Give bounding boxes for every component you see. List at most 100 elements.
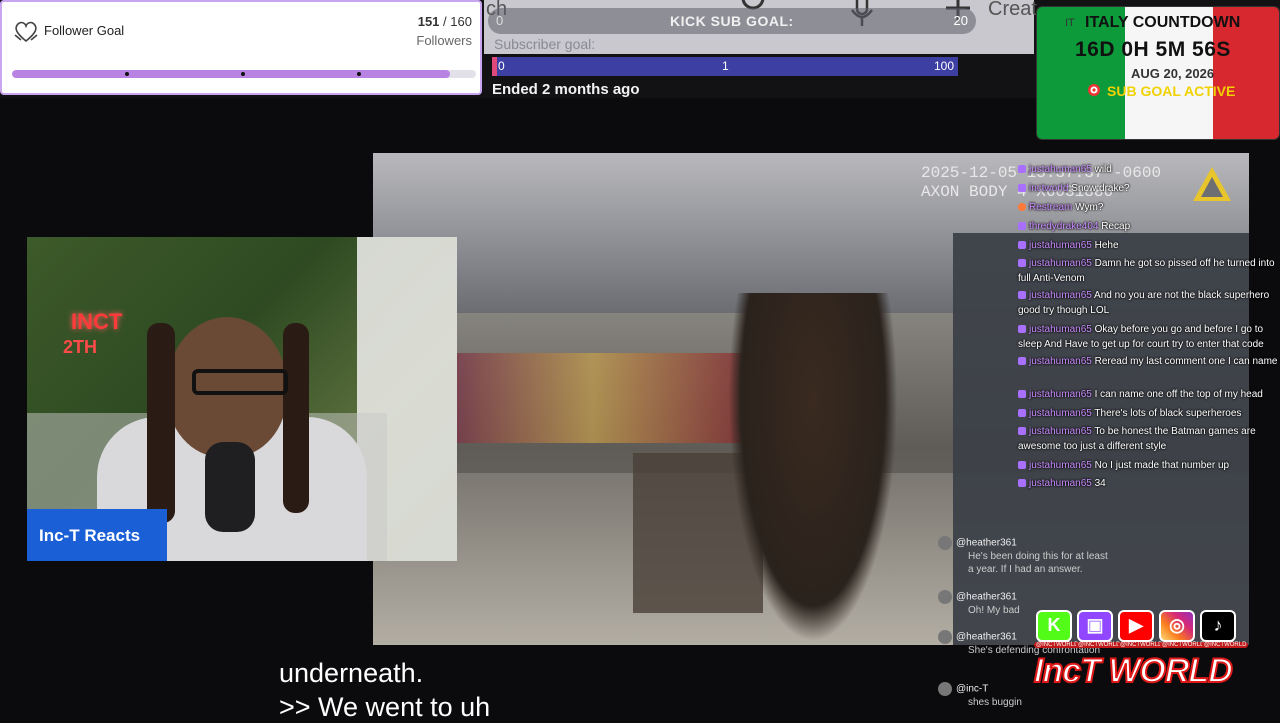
neon-sign-line1: INCT — [71, 309, 123, 334]
chat-text: Wym? — [1072, 202, 1104, 213]
brand-text: IncT WORLD — [1033, 651, 1234, 691]
streamer-hair-right — [283, 323, 309, 513]
follower-target: 160 — [450, 14, 472, 29]
chat-username: justahuman65 — [1029, 164, 1092, 175]
kick-icon[interactable]: K — [1036, 610, 1072, 642]
instagram-glyph: ◎ — [1169, 615, 1185, 635]
avatar — [938, 590, 952, 604]
chat-message: justahuman65 No I just made that number … — [1018, 458, 1278, 473]
youtube-icon[interactable]: ▶ — [1118, 610, 1154, 642]
twitch-badge-icon — [1018, 291, 1026, 299]
social-handle: @INCTWORLD — [1118, 642, 1165, 648]
chat-message: justahuman65 I can name one off the top … — [1018, 387, 1278, 402]
twitch-badge-icon — [1018, 165, 1026, 173]
twitch-badge-icon — [1018, 427, 1026, 435]
twitch-glyph: ▣ — [1086, 615, 1104, 635]
chat-text: Snow drake? — [1068, 183, 1130, 194]
video-chat-username: @inc-T — [956, 683, 989, 695]
target-icon — [1088, 84, 1100, 96]
twitch-badge-icon — [1018, 357, 1026, 365]
chat-overlay: justahuman65 wild inctworld Snow drake? Re… — [1018, 160, 1278, 500]
chat-username: Restream — [1029, 202, 1073, 213]
twitch-badge-icon — [1018, 222, 1026, 230]
twitch-badge-icon — [1018, 479, 1026, 487]
facecam-label-text: Inc-T Reacts — [39, 526, 141, 545]
chat-username: inctworld — [1029, 183, 1069, 194]
chat-text: Recap — [1098, 221, 1131, 232]
avatar — [938, 536, 952, 550]
chat-text: wild — [1091, 164, 1112, 175]
chat-message: Restream Wym? — [1018, 200, 1278, 215]
chat-text: Hehe — [1091, 240, 1119, 251]
neon-sign-line2: 2TH — [63, 337, 98, 357]
tiktok-icon[interactable]: ♪ — [1200, 610, 1236, 642]
restream-badge-icon — [1018, 203, 1026, 211]
twitch-badge-icon — [1018, 390, 1026, 398]
twitch-badge-icon — [1018, 325, 1026, 333]
countdown-timer: 16D 0H 5M 56S — [1075, 38, 1231, 61]
chat-text: I can name one off the top of my head — [1091, 389, 1263, 400]
follower-separator: / — [443, 14, 447, 29]
video-chat-username: @heather361 — [956, 631, 1017, 643]
kick-goal-target: 20 — [953, 13, 968, 28]
video-chat-username: @heather361 — [956, 537, 1017, 549]
video-person — [728, 293, 898, 643]
chat-username: justahuman65 — [1029, 356, 1092, 367]
subtitle-line2: >> We went to uh — [279, 692, 491, 722]
video-chat-message: @heather361 He's been doing this for at l… — [938, 536, 1108, 575]
chat-username: justahuman65 — [1029, 240, 1092, 251]
subscriber-tick-0: 0 — [498, 59, 505, 73]
avatar — [938, 630, 952, 644]
italy-countdown-widget: IT ITALY COUNTDOWN 16D 0H 5M 56S AUG 20,… — [1036, 6, 1280, 140]
tiktok-glyph: ♪ — [1213, 615, 1223, 635]
video-chat-message: @heather361 She's defending confrontation — [938, 630, 1100, 656]
twitch-badge-icon — [1018, 409, 1026, 417]
chat-message: justahuman65 Hehe — [1018, 238, 1278, 253]
chat-message: justahuman65 Reread my last comment one … — [1018, 354, 1278, 369]
video-chat-message: @inc-T shes buggin — [938, 682, 1022, 708]
countdown-date: AUG 20, 2026 — [1131, 66, 1215, 81]
countdown-title: ITALY COUNTDOWN — [1085, 14, 1241, 31]
kick-goal-label: KICK SUB GOAL: — [670, 13, 794, 29]
chat-username: justahuman65 — [1029, 290, 1092, 301]
countdown-status: SUB GOAL ACTIVE — [1107, 83, 1236, 99]
twitch-icon[interactable]: ▣ — [1077, 610, 1113, 642]
chat-username: justahuman65 — [1029, 408, 1092, 419]
follower-goal-widget: Follower Goal 151 / 160 Followers — [0, 0, 482, 95]
subscriber-tick-1: 1 — [722, 59, 729, 73]
subscriber-tick-2: 100 — [933, 59, 954, 73]
social-handle: @INCTWORLD — [1202, 642, 1249, 648]
chat-message: thredydrake404 Recap — [1018, 219, 1278, 234]
follower-unit: Followers — [416, 33, 472, 48]
avatar — [938, 682, 952, 696]
video-chat-text: He's been doing this for at least a year… — [968, 551, 1108, 575]
chat-message: justahuman65 Okay before you go and befo… — [1018, 322, 1278, 352]
chat-username: justahuman65 — [1029, 389, 1092, 400]
progress-marker — [125, 72, 129, 76]
subtitle-line1: underneath. — [279, 658, 424, 688]
chat-message: justahuman65 There's lots of black super… — [1018, 406, 1278, 421]
youtube-glyph: ▶ — [1129, 615, 1143, 635]
progress-marker — [241, 72, 245, 76]
streamer-hair-left — [147, 323, 175, 523]
video-chat-message: @heather361 Oh! My bad — [938, 590, 1020, 616]
chat-username: justahuman65 — [1029, 460, 1092, 471]
chat-text: Reread my last comment one I can name — [1091, 356, 1278, 367]
video-chat-text: shes buggin — [968, 697, 1022, 708]
chat-message: justahuman65 34 — [1018, 476, 1278, 491]
video-chat-username: @heather361 — [956, 591, 1017, 603]
chat-username: thredydrake404 — [1029, 221, 1099, 232]
subscriber-goal-label: Subscriber goal: — [494, 36, 596, 52]
instagram-icon[interactable]: ◎ — [1159, 610, 1195, 642]
chat-username: justahuman65 — [1029, 324, 1092, 335]
twitch-badge-icon — [1018, 184, 1026, 192]
chat-username: justahuman65 — [1029, 478, 1092, 489]
inct-world-logo: IncT WORLD — [1030, 650, 1248, 696]
create-label: Creat — [988, 0, 1037, 20]
chat-text: 34 — [1091, 478, 1106, 489]
progress-marker — [357, 72, 361, 76]
twitch-badge-icon — [1018, 241, 1026, 249]
chat-username: justahuman65 — [1029, 426, 1092, 437]
chat-message: inctworld Snow drake? — [1018, 181, 1278, 196]
kick-goal-start: 0 — [496, 13, 504, 28]
